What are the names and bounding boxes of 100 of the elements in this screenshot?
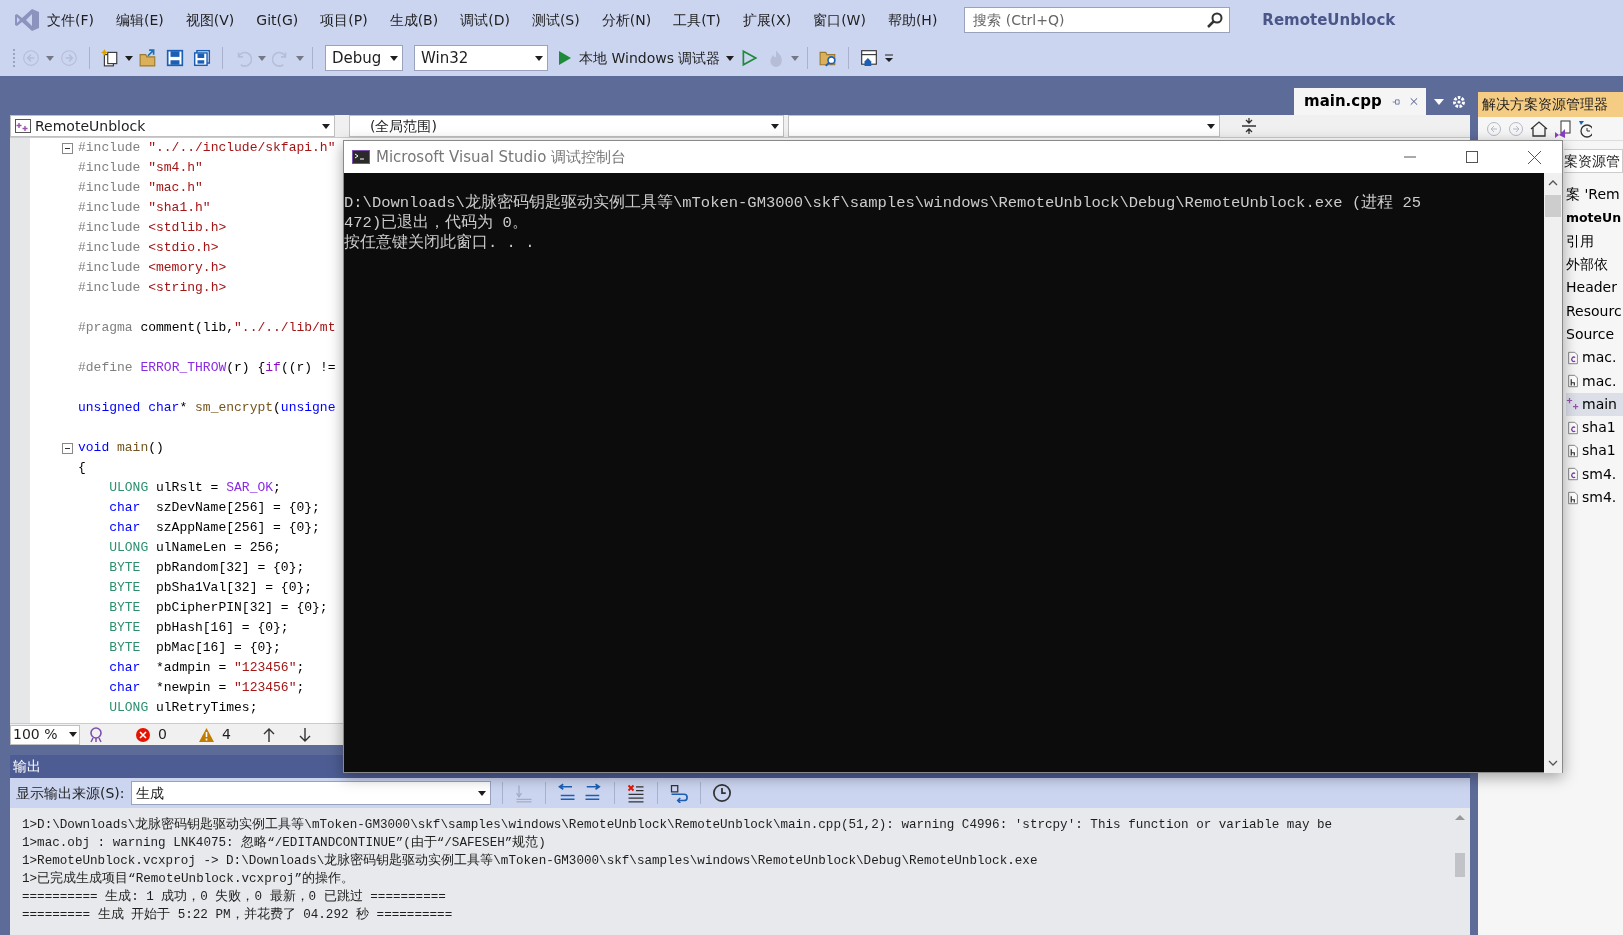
code-line: ULONG ulRetryTimes;	[108, 699, 258, 718]
code-line: BYTE pbRandom[32] = {0};	[108, 559, 305, 578]
code-line: BYTE pbSha1Val[32] = {0};	[108, 579, 313, 598]
h-file-icon	[1566, 443, 1580, 458]
menu-item[interactable]: 分析(N)	[594, 7, 659, 33]
tree-item[interactable]: sha1	[1566, 439, 1623, 463]
split-icon[interactable]	[1242, 118, 1256, 134]
warning-count[interactable]: 4	[221, 724, 231, 745]
search-field[interactable]: 搜索 (Ctrl+Q)	[964, 7, 1231, 33]
console-line: 472)已退出，代码为 0。	[344, 213, 529, 233]
search-field[interactable]: 案资源管	[1564, 149, 1623, 173]
menu-item[interactable]: 扩展(X)	[735, 7, 799, 33]
dropdown[interactable]: Debug	[325, 45, 403, 71]
tree-item[interactable]: Header	[1566, 276, 1623, 300]
code-line: #include "sha1.h"	[78, 199, 211, 218]
maximize-icon[interactable]	[1466, 151, 1478, 163]
collapse-icon[interactable]	[62, 142, 73, 154]
menu-item[interactable]: 生成(B)	[382, 7, 446, 33]
scope-dropdown[interactable]: (全局范围)	[349, 115, 784, 137]
panel-tab[interactable]: 解决方案资源管理器	[1478, 92, 1623, 117]
code-line: ULONG ulNameLen = 256;	[108, 539, 281, 558]
search-icon	[1207, 12, 1224, 28]
menu-item[interactable]: 窗口(W)	[806, 7, 873, 33]
output-line: 1>D:\Downloads\龙脉密码钥匙驱动实例工具等\mToken-GM3000\skf\samples\windows\RemoteUnblock\RemoteUnblock\main.cpp(51,2): warning C4996: 'strcpy': This function or variable may be	[22, 816, 1334, 834]
overflow-icon[interactable]	[884, 53, 895, 63]
console-icon	[352, 150, 370, 164]
error-icon	[136, 727, 150, 742]
code-line: BYTE pbHash[16] = {0};	[108, 619, 289, 638]
logo-icon	[14, 8, 40, 32]
clock-icon[interactable]	[711, 783, 732, 803]
window-title: Microsoft Visual Studio 调试控制台	[376, 146, 628, 168]
project-dropdown[interactable]: RemoteUnblock	[10, 115, 335, 137]
code-line: {	[78, 459, 86, 478]
tree-item[interactable]: Resourc	[1566, 299, 1623, 323]
source-dropdown[interactable]: 生成	[130, 781, 491, 805]
output-line: ========= 生成 开始于 5:22 PM，并花费了 04.292 秒 ==========	[22, 906, 454, 924]
console-line: D:\Downloads\龙脉密码钥匙驱动实例工具等\mToken-GM3000\skf\samples\windows\RemoteUnblock\Debug\RemoteUnblock.exe (进程 25	[344, 193, 1423, 213]
tree-item[interactable]: sha1	[1566, 415, 1623, 440]
code-line: #include "sm4.h"	[78, 159, 203, 178]
code-line: BYTE pbMac[16] = {0};	[108, 639, 281, 658]
code-line: #pragma comment(lib,"../../lib/mt	[78, 319, 336, 338]
code-line: #include <memory.h>	[78, 259, 227, 278]
word-wrap-icon[interactable]	[668, 783, 689, 803]
search-input[interactable]: 搜索 (Ctrl+Q)	[971, 8, 1208, 32]
panel-title: 输出	[13, 757, 41, 776]
code-line: #include "mac.h"	[78, 179, 203, 198]
caret-icon	[322, 123, 330, 129]
menu-item[interactable]: 帮助(H)	[880, 7, 945, 33]
tree-item[interactable]: Source	[1566, 322, 1623, 347]
close-icon[interactable]	[1527, 150, 1541, 164]
menu-item[interactable]: Git(G)	[249, 7, 306, 33]
menu-item[interactable]: 调试(D)	[453, 7, 517, 33]
code-line: unsigned char* sm_encrypt(unsigne	[78, 399, 336, 418]
tree-item[interactable]: 引用	[1566, 229, 1623, 253]
tree-item[interactable]: moteUn	[1566, 206, 1623, 230]
tree-item[interactable]: 外部依	[1566, 252, 1623, 277]
code-line: char *admpin = "123456";	[108, 659, 305, 678]
source-label: 显示输出来源(S):	[16, 783, 125, 803]
menu-item[interactable]: 项目(P)	[313, 7, 375, 33]
code-line: char szDevName[256] = {0};	[108, 499, 320, 518]
tree-item[interactable]: 案 'Rem	[1566, 183, 1623, 207]
caret-icon	[477, 790, 486, 796]
menu-item[interactable]: 编辑(E)	[109, 7, 171, 33]
clear-all-icon[interactable]	[625, 783, 646, 803]
output-line: ========== 生成: 1 成功，0 失败，0 最新，0 已跳过 ==========	[22, 888, 447, 906]
output-line: 1>RemoteUnblock.vcxproj -> D:\Downloads\龙脉密码钥匙驱动实例工具等\mToken-GM3000\skf\samples\windows\RemoteUnblock\Debug\RemoteUnblock.exe	[22, 852, 1039, 870]
zoom-dropdown[interactable]: 100 %	[10, 724, 80, 745]
settings-icon[interactable]	[1452, 94, 1466, 109]
play-icon	[558, 50, 572, 66]
caret-icon	[69, 732, 77, 737]
code-line: char szAppName[256] = {0};	[108, 519, 320, 538]
up-arrow-icon[interactable]	[262, 727, 275, 742]
error-count[interactable]: 0	[158, 724, 167, 745]
tree-item[interactable]: mac.	[1566, 369, 1623, 393]
menu-item[interactable]: 视图(V)	[178, 7, 242, 33]
code-line: #include "../../include/skfapi.h"	[78, 139, 336, 158]
tree-item[interactable]: mac.	[1566, 346, 1623, 370]
down-arrow-icon[interactable]	[298, 727, 311, 742]
collapse-icon[interactable]	[62, 442, 73, 454]
tree-item[interactable]: main	[1566, 392, 1623, 416]
output-line: 1>mac.obj : warning LNK4075: 忽略“/EDITANDCONTINUE”(由于“/SAFESEH”规范)	[22, 834, 547, 852]
h-file-icon	[1566, 374, 1580, 388]
start-debugging-button[interactable]: 本地 Windows 调试器	[555, 48, 724, 68]
document-tab[interactable]: main.cpp	[1294, 88, 1426, 115]
tree-item[interactable]: sm4.	[1566, 485, 1623, 510]
c-file-icon	[1566, 467, 1580, 482]
tree-item[interactable]: sm4.	[1566, 462, 1623, 486]
code-line: BYTE pbCipherPIN[32] = {0};	[108, 599, 328, 618]
menu-item[interactable]: 工具(T)	[666, 7, 728, 33]
code-line: #define ERROR_THROW(r) {if((r) !=	[78, 359, 336, 378]
dropdown[interactable]: Win32	[414, 45, 548, 71]
home-icon[interactable]	[1530, 120, 1548, 137]
caret-icon[interactable]	[1434, 98, 1444, 105]
previous-message-icon[interactable]	[556, 783, 577, 803]
c-file-icon	[1566, 350, 1580, 365]
menu-item[interactable]: 测试(S)	[524, 7, 587, 33]
caret-icon	[771, 123, 779, 129]
code-line: ULONG ulRslt = SAR_OK;	[108, 479, 281, 498]
menu-item[interactable]: 文件(F)	[40, 7, 101, 33]
history-icon[interactable]	[1578, 119, 1592, 138]
